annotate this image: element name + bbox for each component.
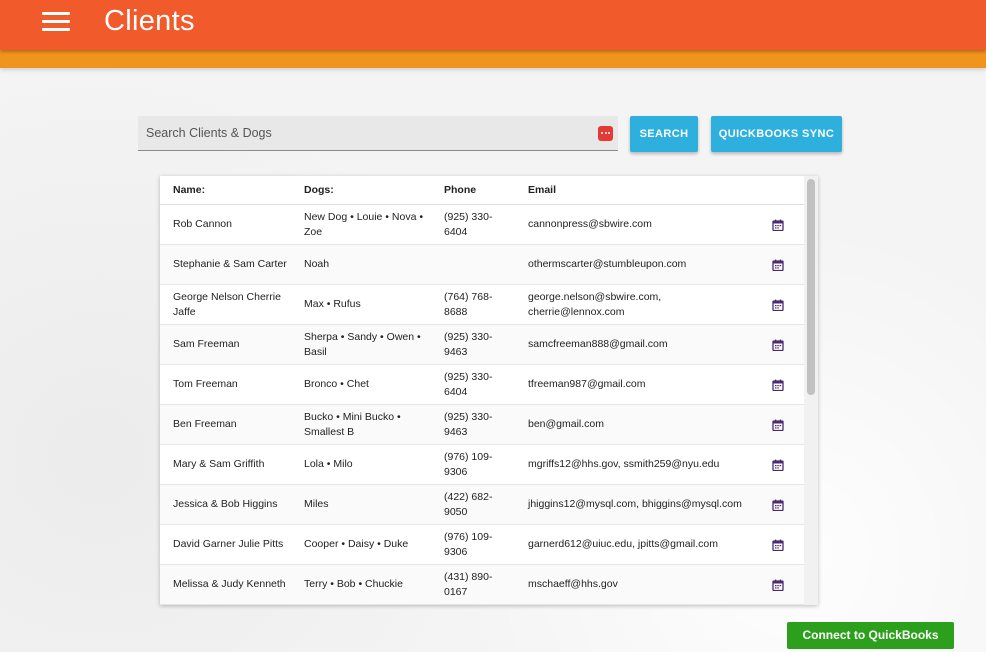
client-name: George Nelson Cherrie Jaffe: [173, 290, 281, 318]
calendar-icon[interactable]: [772, 299, 784, 311]
table-row[interactable]: Ben Freeman Bucko • Mini Bucko • Smallest…: [160, 405, 804, 445]
client-name: Stephanie & Sam Carter: [173, 258, 287, 270]
client-name: Tom Freeman: [173, 378, 238, 390]
table-row[interactable]: David Garner Julie Pitts Cooper • Daisy •…: [160, 525, 804, 565]
table-row[interactable]: Sam Freeman Sherpa • Sandy • Owen • Basil…: [160, 325, 804, 365]
client-dogs: Sherpa • Sandy • Owen • Basil: [304, 330, 421, 358]
client-dogs: Bucko • Mini Bucko • Smallest B: [304, 410, 401, 438]
calendar-icon[interactable]: [772, 579, 784, 591]
client-email: samcfreeman888@gmail.com: [528, 338, 668, 350]
client-phone: (925) 330-9463: [444, 410, 493, 438]
client-dogs: Cooper • Daisy • Duke: [304, 538, 409, 550]
client-name: Sam Freeman: [173, 338, 240, 350]
table-header: Name: Dogs: Phone Email: [160, 176, 804, 205]
client-dogs: Noah: [304, 258, 330, 270]
hamburger-menu-icon[interactable]: [42, 12, 70, 32]
column-header-email[interactable]: Email: [528, 184, 556, 196]
client-email: garnerd612@uiuc.edu, jpitts@gmail.com: [528, 538, 718, 550]
table-row[interactable]: Melissa & Judy Kenneth Terry • Bob • Chuc…: [160, 565, 804, 605]
client-phone: (422) 682-9050: [444, 490, 493, 518]
table-row[interactable]: Mary & Sam Griffith Lola • Milo (976) 109-…: [160, 445, 804, 485]
client-phone: (764) 768-8688: [444, 290, 493, 318]
calendar-icon[interactable]: [772, 219, 784, 231]
search-button[interactable]: SEARCH: [630, 116, 698, 152]
table-row[interactable]: Jessica & Bob Higgins Miles (422) 682-9050…: [160, 485, 804, 525]
client-dogs: Miles: [304, 498, 329, 510]
client-dogs: Terry • Bob • Chuckie: [304, 578, 403, 590]
search-input[interactable]: [146, 124, 586, 142]
client-email: ben@gmail.com: [528, 418, 605, 430]
calendar-icon[interactable]: [772, 339, 784, 351]
calendar-icon[interactable]: [772, 539, 784, 551]
client-name: Melissa & Judy Kenneth: [173, 578, 286, 590]
client-name: Jessica & Bob Higgins: [173, 498, 278, 510]
page-title: Clients: [104, 5, 195, 37]
table-row[interactable]: Rob Cannon New Dog • Louie • Nova • Zoe (9…: [160, 205, 804, 245]
table-row[interactable]: Tom Freeman Bronco • Chet (925) 330-6404 tf…: [160, 365, 804, 405]
client-email: mschaeff@hhs.gov: [528, 578, 618, 590]
column-header-dogs[interactable]: Dogs:: [304, 184, 334, 196]
column-header-name[interactable]: Name:: [173, 184, 205, 196]
calendar-icon[interactable]: [772, 379, 784, 391]
search-field[interactable]: [138, 116, 618, 151]
calendar-icon[interactable]: [772, 259, 784, 271]
connect-to-quickbooks-button[interactable]: Connect to QuickBooks: [787, 622, 954, 649]
client-name: David Garner Julie Pitts: [173, 538, 284, 550]
table-row[interactable]: George Nelson Cherrie Jaffe Max • Rufus (7…: [160, 285, 804, 325]
calendar-icon[interactable]: [772, 499, 784, 511]
client-email: mgriffs12@hhs.gov, ssmith259@nyu.edu: [528, 458, 720, 470]
client-phone: (925) 330-6404: [444, 370, 493, 398]
client-phone: (925) 330-6404: [444, 210, 493, 238]
client-dogs: Lola • Milo: [304, 458, 353, 470]
calendar-icon[interactable]: [772, 419, 784, 431]
app-header: Clients: [0, 0, 986, 50]
calendar-icon[interactable]: [772, 459, 784, 471]
client-phone: (925) 330-9463: [444, 330, 493, 358]
scrollbar-thumb[interactable]: [807, 179, 815, 395]
client-phone: (976) 109-9306: [444, 530, 493, 558]
client-phone: (431) 890-0167: [444, 570, 493, 598]
client-phone: [444, 245, 508, 284]
client-email: cannonpress@sbwire.com: [528, 218, 652, 230]
client-email: othermscarter@stumbleupon.com: [528, 258, 687, 270]
client-dogs: New Dog • Louie • Nova • Zoe: [304, 210, 424, 238]
quickbooks-sync-button[interactable]: QUICKBOOKS SYNC: [711, 116, 842, 152]
client-email: tfreeman987@gmail.com: [528, 378, 646, 390]
table-row[interactable]: Stephanie & Sam Carter Noah othermscarter@…: [160, 245, 804, 285]
column-header-phone[interactable]: Phone: [444, 184, 476, 196]
password-dots-icon[interactable]: [598, 126, 613, 141]
client-email: jhiggins12@mysql.com, bhiggins@mysql.com: [528, 498, 742, 510]
client-phone: (976) 109-9306: [444, 450, 493, 478]
client-name: Ben Freeman: [173, 418, 237, 430]
client-dogs: Max • Rufus: [304, 298, 361, 310]
client-dogs: Bronco • Chet: [304, 378, 369, 390]
client-email: george.nelson@sbwire.com, cherrie@lennox…: [528, 290, 662, 318]
client-name: Rob Cannon: [173, 218, 232, 230]
header-accent-stripe: [0, 50, 986, 68]
clients-table: Name: Dogs: Phone Email Rob Cannon New Do…: [160, 176, 818, 605]
client-name: Mary & Sam Griffith: [173, 458, 265, 470]
